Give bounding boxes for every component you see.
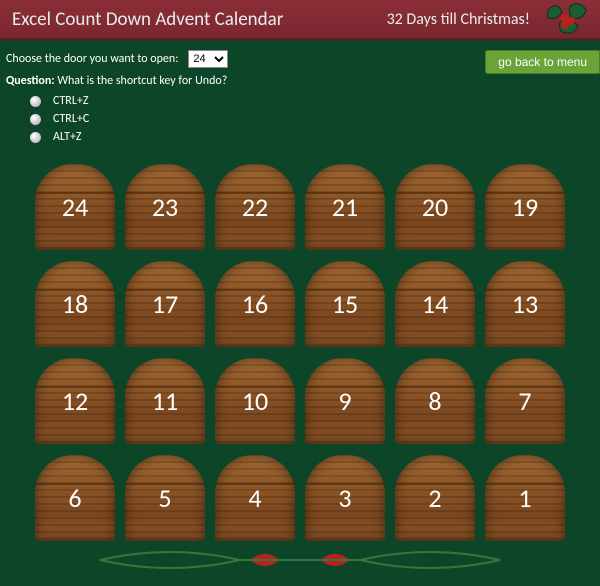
door-7[interactable]: 7 bbox=[485, 358, 565, 443]
countdown-text: 32 Days till Christmas! bbox=[387, 10, 530, 29]
question-text: What is the shortcut key for Undo? bbox=[57, 74, 227, 88]
door-number: 19 bbox=[512, 191, 538, 223]
door-select[interactable]: 24 bbox=[188, 50, 228, 68]
door-number: 11 bbox=[152, 385, 178, 417]
door-number: 20 bbox=[422, 191, 448, 223]
answer-text: CTRL+C bbox=[53, 112, 89, 126]
door-21[interactable]: 21 bbox=[305, 164, 385, 249]
go-back-to-menu-button[interactable]: go back to menu bbox=[485, 50, 600, 74]
door-22[interactable]: 22 bbox=[215, 164, 295, 249]
page-title: Excel Count Down Advent Calendar bbox=[12, 8, 283, 31]
door-5[interactable]: 5 bbox=[125, 455, 205, 540]
door-number: 16 bbox=[242, 288, 268, 320]
door-23[interactable]: 23 bbox=[125, 164, 205, 249]
door-17[interactable]: 17 bbox=[125, 261, 205, 346]
holly-icon bbox=[544, 2, 592, 43]
radio-icon bbox=[30, 132, 41, 143]
door-number: 15 bbox=[332, 288, 358, 320]
door-number: 7 bbox=[518, 385, 531, 417]
door-number: 14 bbox=[422, 288, 448, 320]
door-12[interactable]: 12 bbox=[35, 358, 115, 443]
door-number: 4 bbox=[248, 482, 261, 514]
door-number: 1 bbox=[518, 482, 531, 514]
door-16[interactable]: 16 bbox=[215, 261, 295, 346]
door-14[interactable]: 14 bbox=[395, 261, 475, 346]
door-18[interactable]: 18 bbox=[35, 261, 115, 346]
answer-option[interactable]: CTRL+Z bbox=[30, 94, 594, 108]
door-number: 2 bbox=[428, 482, 441, 514]
door-24[interactable]: 24 bbox=[35, 164, 115, 249]
door-number: 22 bbox=[242, 191, 268, 223]
answer-option[interactable]: ALT+Z bbox=[30, 130, 594, 144]
radio-icon bbox=[30, 96, 41, 107]
door-number: 18 bbox=[62, 288, 88, 320]
radio-icon bbox=[30, 114, 41, 125]
door-8[interactable]: 8 bbox=[395, 358, 475, 443]
question-label: Question: bbox=[6, 74, 55, 88]
decorative-flourish-icon bbox=[0, 544, 600, 581]
door-6[interactable]: 6 bbox=[35, 455, 115, 540]
door-number: 24 bbox=[62, 191, 88, 223]
header-bar: Excel Count Down Advent Calendar 32 Days… bbox=[0, 0, 600, 40]
door-20[interactable]: 20 bbox=[395, 164, 475, 249]
door-9[interactable]: 9 bbox=[305, 358, 385, 443]
door-number: 9 bbox=[338, 385, 351, 417]
answer-text: CTRL+Z bbox=[53, 94, 88, 108]
answer-list: CTRL+Z CTRL+C ALT+Z bbox=[6, 94, 594, 144]
door-number: 5 bbox=[158, 482, 171, 514]
door-number: 12 bbox=[62, 385, 88, 417]
door-number: 6 bbox=[68, 482, 81, 514]
door-1[interactable]: 1 bbox=[485, 455, 565, 540]
door-number: 10 bbox=[242, 385, 268, 417]
door-number: 23 bbox=[152, 191, 178, 223]
door-number: 3 bbox=[338, 482, 351, 514]
door-chooser-label: Choose the door you want to open: bbox=[6, 52, 178, 66]
answer-text: ALT+Z bbox=[53, 130, 82, 144]
door-number: 21 bbox=[332, 191, 358, 223]
door-13[interactable]: 13 bbox=[485, 261, 565, 346]
door-19[interactable]: 19 bbox=[485, 164, 565, 249]
door-10[interactable]: 10 bbox=[215, 358, 295, 443]
door-11[interactable]: 11 bbox=[125, 358, 205, 443]
door-2[interactable]: 2 bbox=[395, 455, 475, 540]
answer-option[interactable]: CTRL+C bbox=[30, 112, 594, 126]
door-number: 13 bbox=[512, 288, 538, 320]
door-3[interactable]: 3 bbox=[305, 455, 385, 540]
doors-grid: 24 23 22 21 20 19 18 17 16 15 14 13 12 1… bbox=[0, 164, 600, 540]
door-number: 8 bbox=[428, 385, 441, 417]
door-15[interactable]: 15 bbox=[305, 261, 385, 346]
door-number: 17 bbox=[152, 288, 178, 320]
question-block: Question: What is the shortcut key for U… bbox=[0, 72, 600, 156]
door-4[interactable]: 4 bbox=[215, 455, 295, 540]
